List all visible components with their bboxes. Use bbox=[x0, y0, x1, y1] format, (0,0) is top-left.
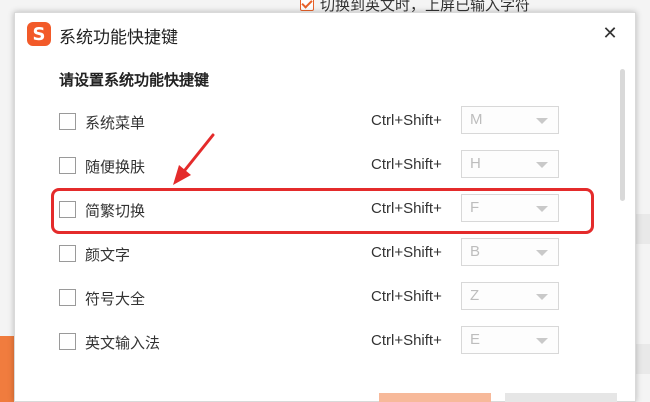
shortcut-checkbox[interactable] bbox=[59, 157, 76, 174]
cancel-button[interactable] bbox=[505, 393, 617, 402]
shortcut-checkbox[interactable] bbox=[59, 201, 76, 218]
close-button[interactable]: ✕ bbox=[599, 23, 621, 45]
shortcut-checkbox[interactable] bbox=[59, 113, 76, 130]
shortcut-key-select[interactable]: H bbox=[461, 150, 559, 178]
shortcut-key-value: H bbox=[470, 155, 481, 172]
checkbox-checked-icon[interactable] bbox=[300, 0, 314, 11]
shortcut-label: 随便换肤 bbox=[85, 158, 146, 176]
shortcut-modifier: Ctrl+Shift+ bbox=[371, 244, 442, 261]
shortcut-row-symbols: 符号大全 Ctrl+Shift+ Z bbox=[59, 282, 559, 311]
section-heading: 请设置系统功能快捷键 bbox=[59, 71, 210, 89]
chevron-down-icon bbox=[536, 118, 548, 124]
shortcut-label: 系统菜单 bbox=[85, 114, 146, 132]
bg-right-panel-lower bbox=[636, 344, 650, 374]
shortcut-label: 颜文字 bbox=[85, 246, 131, 264]
shortcut-label: 简繁切换 bbox=[85, 202, 146, 220]
shortcut-row-kaomoji: 颜文字 Ctrl+Shift+ B bbox=[59, 238, 559, 267]
shortcut-row-random-skin: 随便换肤 Ctrl+Shift+ H bbox=[59, 150, 559, 179]
shortcut-row-system-menu: 系统菜单 Ctrl+Shift+ M bbox=[59, 106, 559, 135]
chevron-down-icon bbox=[536, 250, 548, 256]
shortcut-key-value: Z bbox=[470, 287, 480, 304]
bg-left-accent bbox=[0, 336, 14, 402]
shortcut-key-select[interactable]: B bbox=[461, 238, 559, 266]
shortcut-label: 符号大全 bbox=[85, 290, 146, 308]
shortcut-checkbox[interactable] bbox=[59, 245, 76, 262]
shortcut-row-simplified-traditional: 简繁切换 Ctrl+Shift+ F bbox=[59, 194, 559, 223]
shortcut-modifier: Ctrl+Shift+ bbox=[371, 288, 442, 305]
shortcut-key-value: M bbox=[470, 111, 483, 128]
chevron-down-icon bbox=[536, 162, 548, 168]
shortcut-key-value: F bbox=[470, 199, 480, 216]
chevron-down-icon bbox=[536, 294, 548, 300]
dialog-title: 系统功能快捷键 bbox=[59, 28, 178, 48]
shortcut-key-select[interactable]: Z bbox=[461, 282, 559, 310]
shortcut-modifier: Ctrl+Shift+ bbox=[371, 332, 442, 349]
shortcut-key-value: E bbox=[470, 331, 481, 348]
scrollbar-thumb[interactable] bbox=[620, 69, 625, 201]
chevron-down-icon bbox=[536, 338, 548, 344]
shortcut-key-select[interactable]: M bbox=[461, 106, 559, 134]
shortcut-settings-dialog: S 系统功能快捷键 ✕ 请设置系统功能快捷键 系统菜单 Ctrl+Shift+ … bbox=[14, 12, 636, 402]
shortcut-label: 英文输入法 bbox=[85, 334, 161, 352]
shortcut-modifier: Ctrl+Shift+ bbox=[371, 200, 442, 217]
shortcut-row-english-input: 英文输入法 Ctrl+Shift+ E bbox=[59, 326, 559, 355]
shortcut-modifier: Ctrl+Shift+ bbox=[371, 112, 442, 129]
shortcut-checkbox[interactable] bbox=[59, 333, 76, 350]
shortcut-key-select[interactable]: E bbox=[461, 326, 559, 354]
shortcut-checkbox[interactable] bbox=[59, 289, 76, 306]
confirm-button[interactable] bbox=[379, 393, 491, 402]
shortcut-key-select[interactable]: F bbox=[461, 194, 559, 222]
shortcut-modifier: Ctrl+Shift+ bbox=[371, 156, 442, 173]
dialog-titlebar: S 系统功能快捷键 ✕ bbox=[15, 13, 635, 55]
sogou-s-logo-icon: S bbox=[27, 22, 51, 46]
bg-right-panel bbox=[636, 214, 650, 244]
shortcut-key-value: B bbox=[470, 243, 481, 260]
chevron-down-icon bbox=[536, 206, 548, 212]
close-icon: ✕ bbox=[602, 23, 618, 44]
